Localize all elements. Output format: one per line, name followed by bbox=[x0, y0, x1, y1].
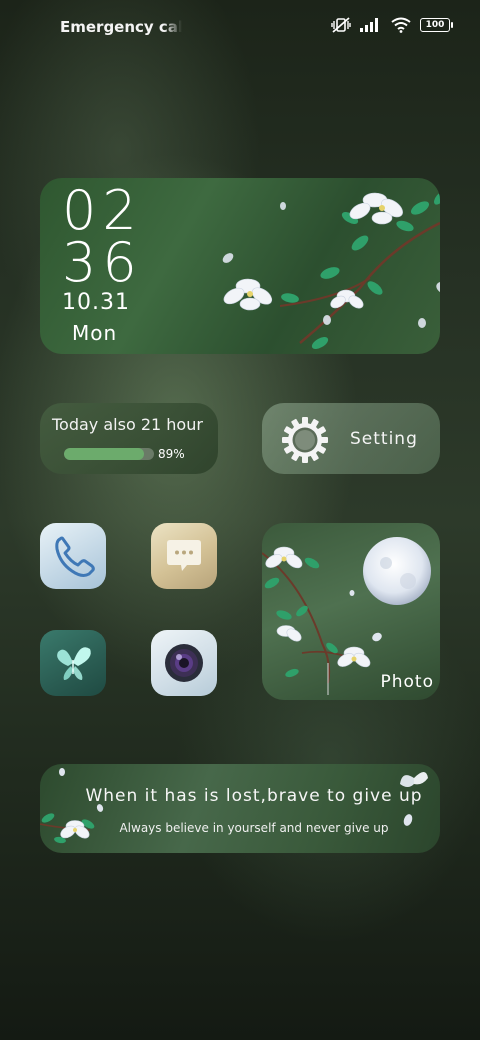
setting-label: Setting bbox=[350, 429, 418, 449]
screen-time-progress-fill bbox=[64, 448, 145, 460]
quote-main-text: When it has is lost,brave to give up bbox=[85, 786, 423, 806]
carrier-status-text: Emergency calls only bbox=[60, 18, 182, 36]
quote-background-art bbox=[40, 768, 428, 844]
phone-icon bbox=[55, 536, 95, 577]
screen-time-label: Today also 21 hour bbox=[52, 415, 203, 434]
signal-icon bbox=[360, 18, 378, 32]
setting-widget[interactable]: Setting bbox=[262, 403, 440, 474]
butterfly-app-icon[interactable] bbox=[40, 630, 106, 696]
screen-time-percent: 89% bbox=[158, 447, 185, 461]
battery-icon: 100 bbox=[420, 18, 453, 32]
photo-widget[interactable]: Photo bbox=[262, 523, 440, 700]
clock-hour: 02 bbox=[62, 179, 143, 242]
mute-vibrate-icon bbox=[331, 17, 351, 33]
photo-label: Photo bbox=[380, 672, 434, 692]
status-bar: Emergency calls only 100 bbox=[0, 0, 480, 56]
magnolia-branch-art bbox=[222, 191, 440, 349]
butterfly-icon bbox=[57, 647, 91, 680]
battery-level: 100 bbox=[425, 20, 445, 30]
status-icons: 100 bbox=[331, 16, 453, 34]
clock-widget[interactable]: 02 36 10.31 Mon bbox=[40, 178, 440, 354]
screen-time-widget[interactable]: Today also 21 hour 89% bbox=[40, 403, 218, 474]
message-icon bbox=[167, 540, 201, 571]
phone-app-icon[interactable] bbox=[40, 523, 106, 589]
camera-app-icon[interactable] bbox=[151, 630, 217, 696]
gear-icon bbox=[282, 417, 328, 463]
clock-minute: 36 bbox=[62, 231, 143, 294]
screen-time-progress-bar bbox=[64, 448, 154, 460]
clock-day: Mon bbox=[72, 321, 118, 345]
quote-widget[interactable]: When it has is lost,brave to give up Alw… bbox=[40, 764, 440, 853]
wifi-icon bbox=[391, 17, 411, 33]
clock-date: 10.31 bbox=[62, 290, 130, 315]
quote-sub-text: Always believe in yourself and never giv… bbox=[119, 821, 389, 835]
messages-app-icon[interactable] bbox=[151, 523, 217, 589]
camera-icon bbox=[165, 644, 203, 682]
